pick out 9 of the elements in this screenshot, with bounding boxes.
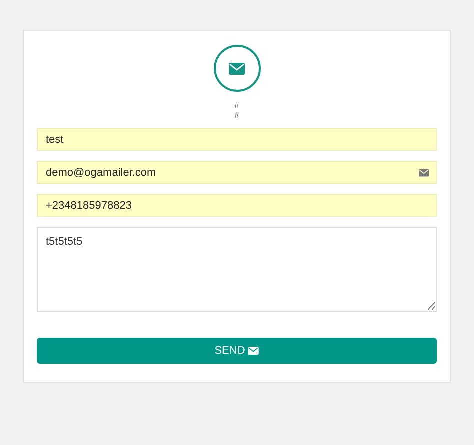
send-button[interactable]: SEND bbox=[37, 338, 437, 364]
input-field[interactable]: test bbox=[37, 128, 437, 151]
envelope-icon bbox=[248, 347, 260, 355]
input-field[interactable]: +2348185978823 bbox=[37, 194, 437, 217]
header-text: # bbox=[234, 101, 240, 111]
input-field[interactable]: demo@ogamailer.com bbox=[37, 161, 437, 184]
envelope-icon bbox=[229, 62, 245, 74]
header-text: # bbox=[234, 111, 240, 121]
message-field[interactable]: t5t5t5t5 bbox=[37, 227, 437, 312]
